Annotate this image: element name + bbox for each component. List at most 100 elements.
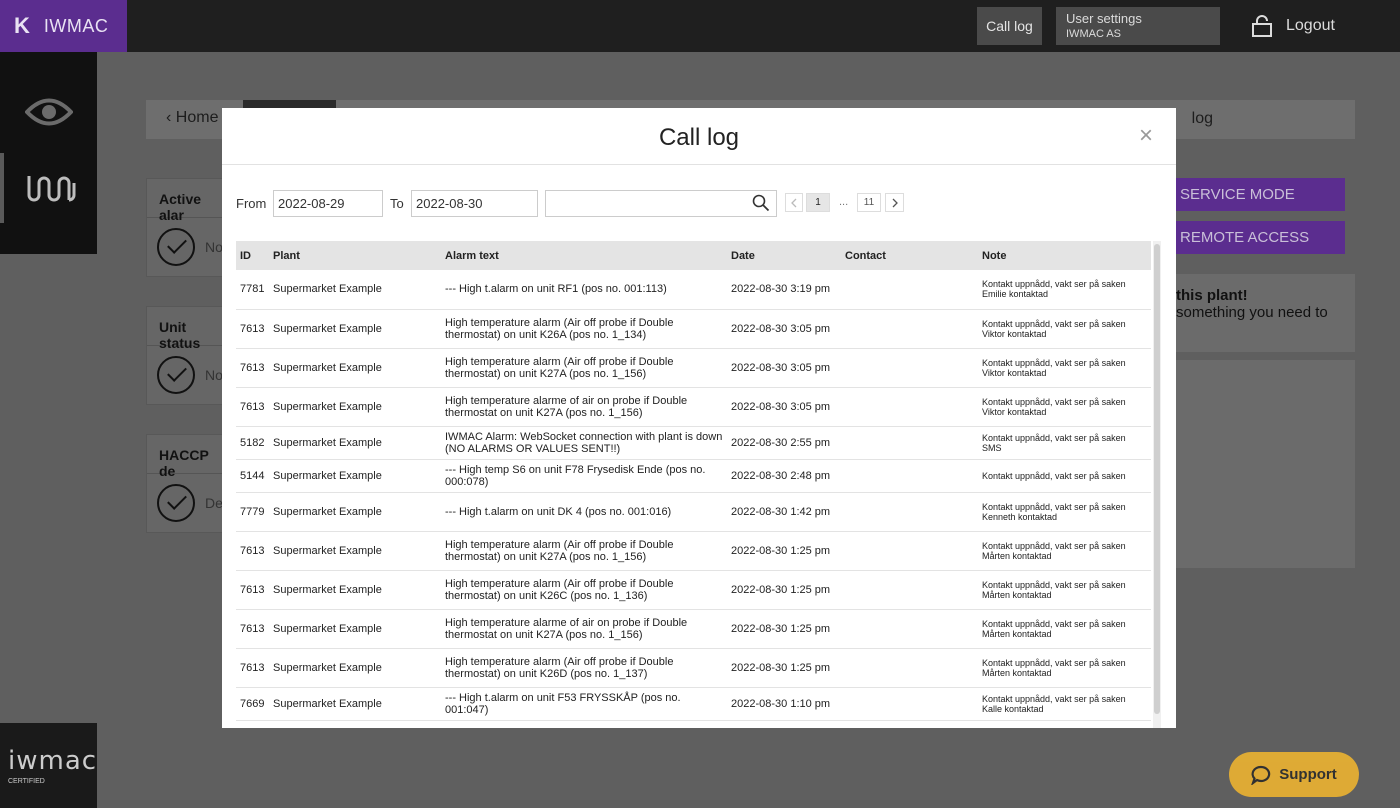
close-icon[interactable]: × bbox=[1139, 122, 1153, 150]
cell-plant: Supermarket Example bbox=[269, 348, 441, 388]
cell-note: Kontakt uppnådd, vakt ser på saken Viktor… bbox=[978, 387, 1151, 427]
sidebar-item-wm[interactable] bbox=[0, 153, 97, 223]
table-row[interactable]: 7613 Supermarket Example High temperature … bbox=[236, 570, 1151, 610]
user-settings-label: User settings bbox=[1066, 11, 1142, 26]
from-label: From bbox=[236, 196, 267, 211]
card-title: Unit status bbox=[147, 307, 225, 351]
info-panel-text: something you need to bbox=[1176, 304, 1328, 321]
note-line-2: Mårten kontaktad bbox=[982, 628, 1052, 639]
haccp-card: HACCP de Dev bbox=[146, 434, 230, 533]
cell-date: 2022-08-30 3:05 pm bbox=[727, 387, 841, 427]
note-line-2: Viktor kontaktad bbox=[982, 406, 1047, 417]
cell-plant: Supermarket Example bbox=[269, 387, 441, 427]
note-line-2: Kenneth kontaktad bbox=[982, 511, 1058, 522]
cell-contact bbox=[841, 459, 978, 493]
table-row[interactable]: 7613 Supermarket Example High temperature … bbox=[236, 309, 1151, 349]
service-mode-button[interactable]: SERVICE MODE bbox=[1176, 178, 1345, 211]
sidebar-item-overview[interactable] bbox=[0, 72, 97, 152]
note-line-2: Emilie kontaktad bbox=[982, 289, 1049, 300]
table-row[interactable]: 7613 Supermarket Example High temperature … bbox=[236, 348, 1151, 388]
table-row[interactable]: 5144 Supermarket Example --- High temp S6 … bbox=[236, 459, 1151, 493]
cell-contact bbox=[841, 309, 978, 349]
note-line-1: Kontakt uppnådd, vakt ser på saken bbox=[982, 693, 1126, 704]
cell-contact bbox=[841, 570, 978, 610]
table-row[interactable]: 7781 Supermarket Example --- High t.alarm … bbox=[236, 270, 1151, 310]
cell-plant: Supermarket Example bbox=[269, 459, 441, 493]
page-button-last[interactable]: 11 bbox=[857, 193, 881, 212]
chat-bubble-icon bbox=[1251, 765, 1271, 785]
brand-logo[interactable]: K IWMAC bbox=[0, 0, 127, 52]
cell-plant: Supermarket Example bbox=[269, 270, 441, 310]
user-settings-button[interactable]: User settings IWMAC AS bbox=[1056, 7, 1220, 45]
call-log-button[interactable]: Call log bbox=[977, 7, 1042, 45]
cell-contact bbox=[841, 270, 978, 310]
modal-divider bbox=[222, 164, 1176, 165]
cell-contact bbox=[841, 492, 978, 532]
table-row[interactable]: 7613 Supermarket Example High temperature … bbox=[236, 387, 1151, 427]
table-row[interactable]: 7613 Supermarket Example High temperature … bbox=[236, 648, 1151, 688]
table-row[interactable]: 7779 Supermarket Example --- High t.alarm … bbox=[236, 492, 1151, 532]
column-header-id[interactable]: ID bbox=[236, 241, 269, 270]
note-line-2: Mårten kontaktad bbox=[982, 550, 1052, 561]
cell-plant: Supermarket Example bbox=[269, 609, 441, 649]
cell-contact bbox=[841, 387, 978, 427]
column-header-note[interactable]: Note bbox=[978, 241, 1151, 270]
lock-icon bbox=[1252, 15, 1272, 37]
call-log-modal: Call log × From To 1 ... 11 ID Plant Ala… bbox=[222, 108, 1176, 728]
note-line-1: Kontakt uppnådd, vakt ser på saken bbox=[982, 470, 1126, 481]
pagination-ellipsis: ... bbox=[839, 196, 849, 208]
column-header-plant[interactable]: Plant bbox=[269, 241, 441, 270]
cell-plant: Supermarket Example bbox=[269, 687, 441, 721]
cell-date: 2022-08-30 3:05 pm bbox=[727, 309, 841, 349]
note-line-1: Kontakt uppnådd, vakt ser på saken bbox=[982, 657, 1126, 668]
info-panel: this plant! something you need to bbox=[1176, 274, 1355, 352]
column-header-alarm-text[interactable]: Alarm text bbox=[441, 241, 727, 270]
table-row[interactable]: 7613 Supermarket Example High temperature … bbox=[236, 531, 1151, 571]
cell-date: 2022-08-30 1:25 pm bbox=[727, 531, 841, 571]
card-title: HACCP de bbox=[147, 435, 225, 479]
from-date-input[interactable] bbox=[273, 190, 383, 217]
note-line-1: Kontakt uppnådd, vakt ser på saken bbox=[982, 318, 1126, 329]
logout-button[interactable]: Logout bbox=[1252, 12, 1335, 40]
column-header-date[interactable]: Date bbox=[727, 241, 841, 270]
cell-note: Kontakt uppnådd, vakt ser på saken Kennet… bbox=[978, 492, 1151, 532]
breadcrumb-home[interactable]: ‹ Home bbox=[166, 109, 218, 127]
page-button-current[interactable]: 1 bbox=[806, 193, 830, 212]
table-row[interactable]: 7669 Supermarket Example --- High t.alarm … bbox=[236, 687, 1151, 721]
table-header-row: ID Plant Alarm text Date Contact Note bbox=[236, 241, 1151, 270]
cell-contact bbox=[841, 348, 978, 388]
cell-plant: Supermarket Example bbox=[269, 426, 441, 460]
note-line-1: Kontakt uppnådd, vakt ser på saken bbox=[982, 357, 1126, 368]
logo-subtext: CERTIFIED bbox=[8, 778, 45, 785]
card-title: Active alar bbox=[147, 179, 225, 223]
column-header-contact[interactable]: Contact bbox=[841, 241, 978, 270]
cell-date: 2022-08-30 1:25 pm bbox=[727, 648, 841, 688]
cell-id: 7613 bbox=[236, 648, 269, 688]
chevron-left-icon bbox=[791, 198, 797, 207]
eye-icon bbox=[24, 98, 73, 126]
cell-id: 7613 bbox=[236, 309, 269, 349]
prev-page-button[interactable] bbox=[785, 193, 803, 212]
company-name: IWMAC AS bbox=[1066, 28, 1122, 40]
note-line-1: Kontakt uppnådd, vakt ser på saken bbox=[982, 432, 1126, 443]
note-line-1: Kontakt uppnådd, vakt ser på saken bbox=[982, 501, 1126, 512]
cell-contact bbox=[841, 648, 978, 688]
cell-alarm-text: IWMAC Alarm: WebSocket connection with p… bbox=[441, 426, 727, 460]
cell-contact bbox=[841, 609, 978, 649]
search-input[interactable] bbox=[545, 190, 777, 217]
next-page-button[interactable] bbox=[885, 193, 904, 212]
support-button[interactable]: Support bbox=[1229, 752, 1359, 797]
logo-text: iwmac bbox=[8, 746, 98, 776]
to-date-input[interactable] bbox=[411, 190, 538, 217]
search-icon[interactable] bbox=[752, 194, 770, 212]
cell-id: 7613 bbox=[236, 531, 269, 571]
table-row[interactable]: 7613 Supermarket Example High temperature … bbox=[236, 609, 1151, 649]
remote-access-button[interactable]: REMOTE ACCESS bbox=[1176, 221, 1345, 254]
table-row[interactable]: 5182 Supermarket Example IWMAC Alarm: WebS… bbox=[236, 426, 1151, 460]
cell-date: 2022-08-30 2:55 pm bbox=[727, 426, 841, 460]
modal-title: Call log bbox=[658, 124, 740, 151]
breadcrumb-tail: log bbox=[1191, 110, 1213, 127]
cell-plant: Supermarket Example bbox=[269, 492, 441, 532]
table-scrollbar-thumb[interactable] bbox=[1154, 244, 1160, 714]
check-icon bbox=[157, 356, 195, 394]
